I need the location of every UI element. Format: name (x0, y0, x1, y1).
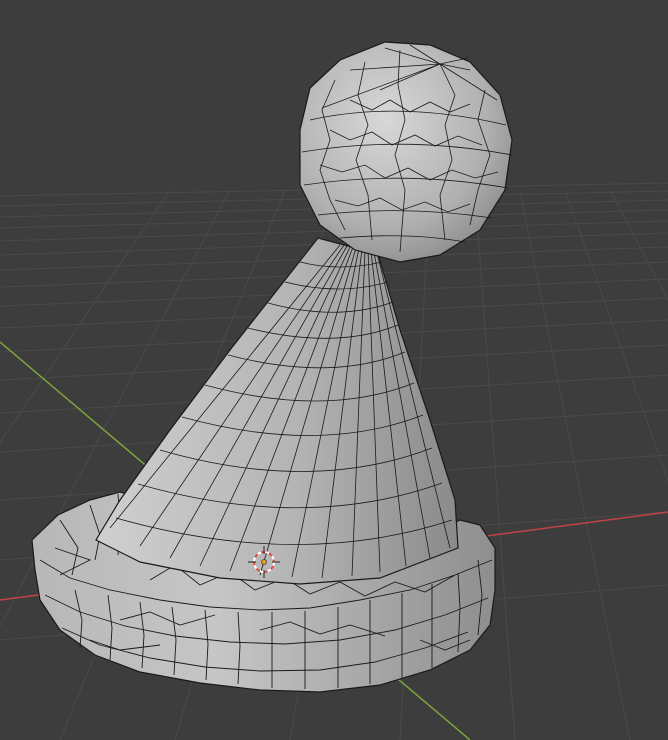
pompom[interactable] (299, 41, 513, 263)
3d-viewport[interactable] (0, 0, 668, 740)
object-origin-icon (261, 559, 267, 565)
